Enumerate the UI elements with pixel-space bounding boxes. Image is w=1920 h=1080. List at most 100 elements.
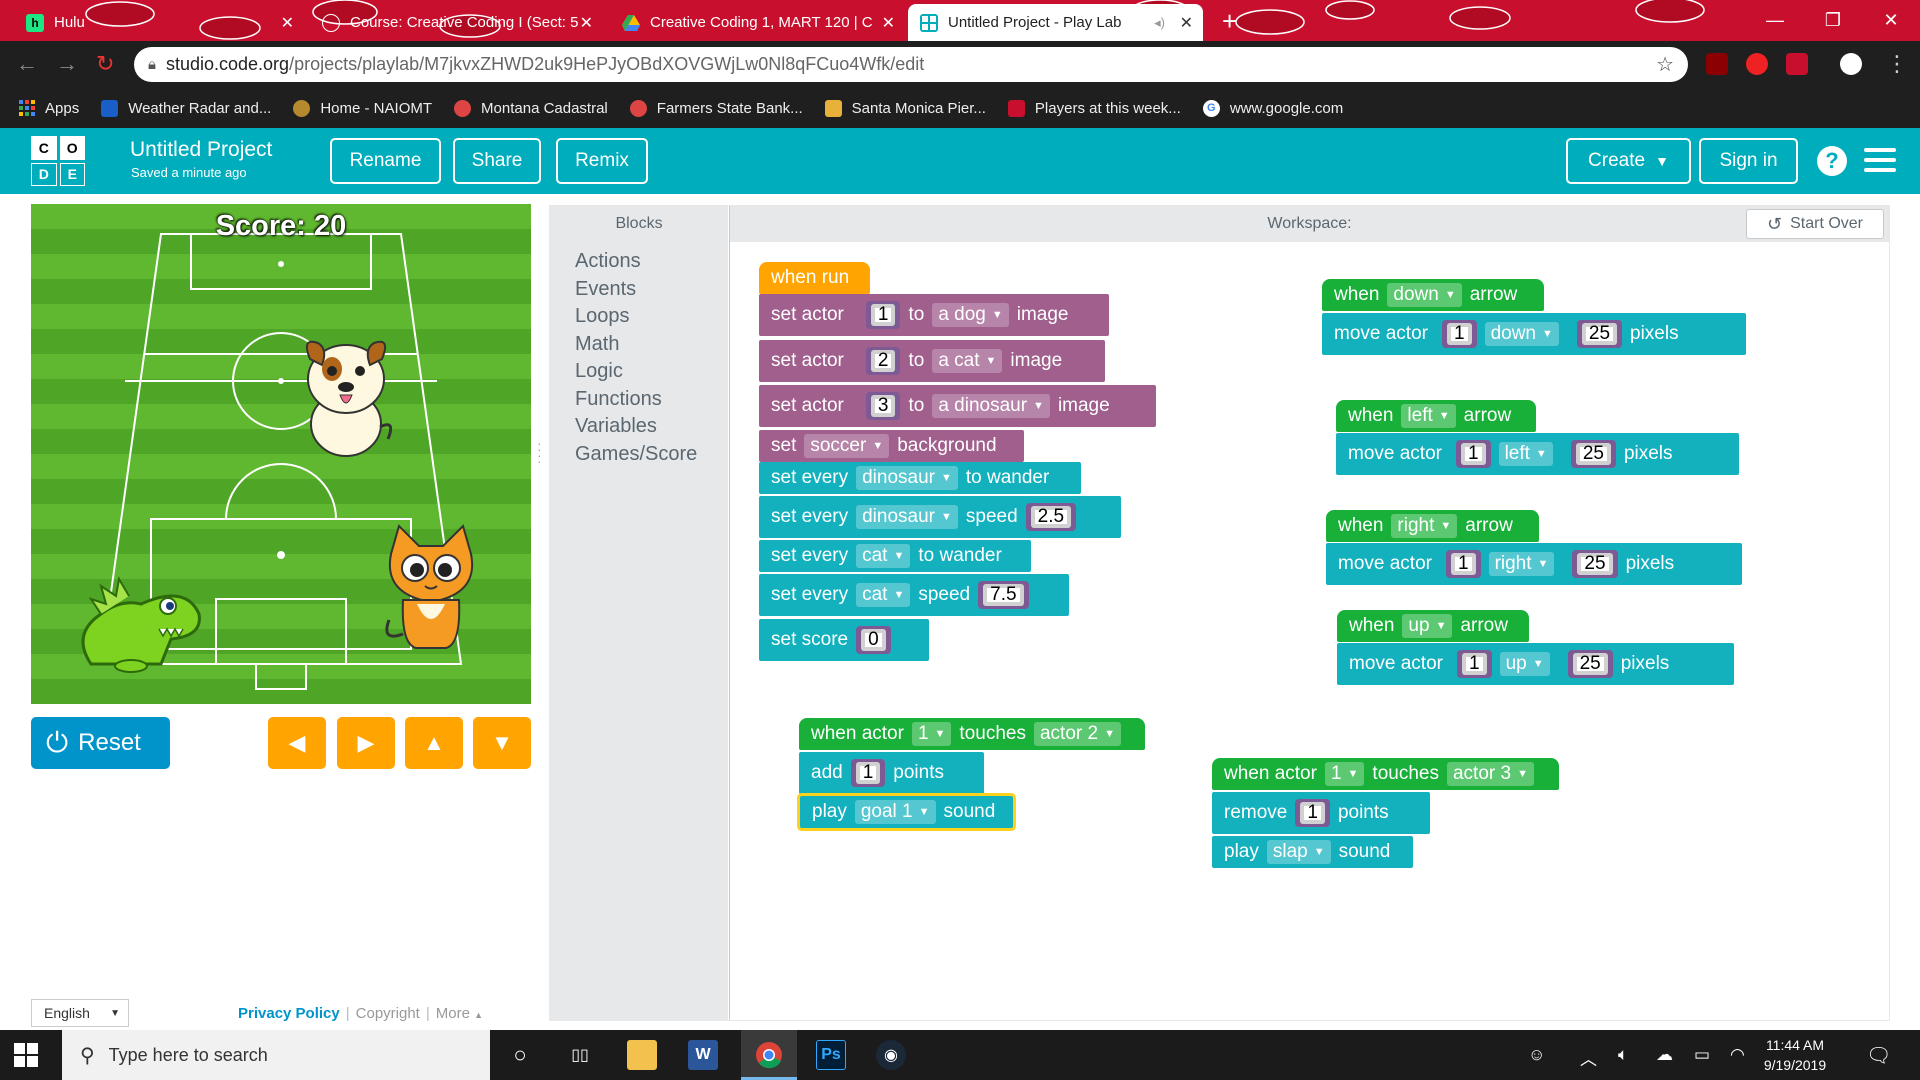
bookmark-farmers-bank[interactable]: Farmers State Bank... <box>629 99 803 117</box>
dinosaur-sprite[interactable] <box>71 544 201 674</box>
block-when-arrow[interactable]: when down ▼ arrow <box>1322 279 1544 311</box>
block-play-sound[interactable]: play goal 1 ▼ sound <box>800 796 1013 828</box>
start-over-button[interactable]: ↺ Start Over <box>1746 209 1884 239</box>
address-bar[interactable]: 🔒︎ studio.code.org/projects/playlab/M7jk… <box>134 47 1688 82</box>
dog-sprite[interactable] <box>296 329 396 459</box>
bookmark-naiomt[interactable]: Home - NAIOMT <box>293 99 432 117</box>
close-icon[interactable]: ✕ <box>882 13 895 33</box>
onedrive-cloud-icon[interactable]: ☁ <box>1656 1045 1673 1065</box>
block-move-actor[interactable]: move actor 1 up ▼ 25 pixels <box>1337 643 1734 685</box>
dropdown-arrow-key[interactable]: right ▼ <box>1391 514 1458 538</box>
share-button[interactable]: Share <box>453 138 541 184</box>
close-window-button[interactable]: ✕ <box>1862 0 1920 41</box>
block-when-actor-touches[interactable]: when actor 1 ▼ touches actor 3 ▼ <box>1212 758 1559 790</box>
restore-button[interactable]: ❐ <box>1804 0 1862 41</box>
cortana-icon[interactable]: ○ <box>505 1040 535 1070</box>
dropdown-sound[interactable]: slap ▼ <box>1266 840 1331 864</box>
number-input[interactable]: 1 <box>1460 443 1486 465</box>
new-tab-button[interactable]: + <box>1222 6 1237 37</box>
dropdown-image[interactable]: a dog ▼ <box>932 303 1009 327</box>
bookmark-weather[interactable]: Weather Radar and... <box>101 99 271 117</box>
profile-avatar-icon[interactable] <box>1840 53 1862 75</box>
tab-creative-coding[interactable]: Creative Coding 1, MART 120 | C ✕ <box>610 4 905 41</box>
code-org-logo[interactable]: C O D E <box>31 136 85 186</box>
block-play-sound[interactable]: play slap ▼ sound <box>1212 836 1413 868</box>
bookmark-apps[interactable]: Apps <box>18 100 79 117</box>
block-when-arrow[interactable]: when right ▼ arrow <box>1326 510 1539 542</box>
number-input[interactable]: 2.5 <box>1030 506 1072 528</box>
reset-button[interactable]: ⏻ Reset <box>31 717 170 769</box>
dropdown-actor-type[interactable]: dinosaur ▼ <box>856 466 958 490</box>
extension-icon[interactable] <box>1706 53 1728 75</box>
bookmark-santa-monica[interactable]: Santa Monica Pier... <box>824 99 986 117</box>
block-when-arrow[interactable]: when up ▼ arrow <box>1337 610 1529 642</box>
number-input[interactable]: 25 <box>1577 553 1613 575</box>
category-logic[interactable]: Logic <box>575 360 623 383</box>
speaker-icon[interactable]: ◂) <box>1154 15 1165 31</box>
file-explorer-icon[interactable] <box>627 1040 657 1070</box>
dropdown-actor-type[interactable]: cat ▼ <box>856 544 911 568</box>
close-icon[interactable]: ✕ <box>580 13 593 33</box>
dropdown-actor[interactable]: 1 ▼ <box>1324 762 1365 786</box>
number-input[interactable]: 0 <box>861 629 886 651</box>
reload-icon[interactable]: ↻ <box>96 51 114 77</box>
tab-course[interactable]: Course: Creative Coding I (Sect: 5 ✕ <box>310 4 603 41</box>
more-link[interactable]: More ▲ <box>436 1005 483 1022</box>
dropdown-direction[interactable]: right ▼ <box>1488 552 1555 576</box>
number-input[interactable]: 25 <box>1575 443 1611 465</box>
forward-icon[interactable]: → <box>56 51 78 77</box>
right-arrow-button[interactable]: ▶ <box>337 717 395 769</box>
close-icon[interactable]: ✕ <box>1180 13 1193 33</box>
block-when-run[interactable]: when run <box>759 262 870 294</box>
dropdown-image[interactable]: a dinosaur ▼ <box>932 394 1050 418</box>
taskbar-search[interactable]: ⚲ Type here to search <box>62 1030 490 1080</box>
steam-icon[interactable]: ◉ <box>876 1040 906 1070</box>
dropdown-arrow-key[interactable]: up ▼ <box>1402 614 1453 638</box>
create-button[interactable]: Create ▼ <box>1566 138 1691 184</box>
number-input[interactable]: 3 <box>870 395 896 417</box>
chrome-icon[interactable] <box>754 1040 784 1070</box>
block-add-points[interactable]: add 1 points <box>799 752 984 794</box>
block-set-every-speed[interactable]: set every dinosaur ▼ speed 2.5 <box>759 496 1121 538</box>
bookmark-google[interactable]: Gwww.google.com <box>1202 99 1343 117</box>
block-move-actor[interactable]: move actor 1 down ▼ 25 pixels <box>1322 313 1746 355</box>
number-input[interactable]: 1 <box>1461 653 1487 675</box>
number-input[interactable]: 25 <box>1581 323 1618 345</box>
dropdown-target-actor[interactable]: actor 3 ▼ <box>1446 762 1534 786</box>
block-set-actor-image[interactable]: set actor 2 to a cat ▼ image <box>759 340 1105 382</box>
dropdown-background[interactable]: soccer ▼ <box>804 434 890 458</box>
task-view-icon[interactable]: ▯▯ <box>565 1040 595 1070</box>
block-when-arrow[interactable]: when left ▼ arrow <box>1336 400 1536 432</box>
windows-start-icon[interactable] <box>14 1043 38 1067</box>
block-set-every-speed[interactable]: set every cat ▼ speed 7.5 <box>759 574 1069 616</box>
bookmark-star-icon[interactable]: ☆ <box>1656 52 1674 77</box>
menu-kebab-icon[interactable]: ⋮ <box>1886 51 1908 77</box>
block-set-actor-image[interactable]: set actor 1 to a dog ▼ image <box>759 294 1109 336</box>
block-move-actor[interactable]: move actor 1 right ▼ 25 pixels <box>1326 543 1742 585</box>
dropdown-sound[interactable]: goal 1 ▼ <box>854 800 936 824</box>
remix-button[interactable]: Remix <box>556 138 648 184</box>
dropdown-arrow-key[interactable]: left ▼ <box>1401 404 1456 428</box>
number-input[interactable]: 7.5 <box>983 584 1024 606</box>
number-input[interactable]: 1 <box>855 762 881 784</box>
cat-sprite[interactable] <box>381 524 481 654</box>
dropdown-actor-type[interactable]: dinosaur ▼ <box>856 505 958 529</box>
dropdown-direction[interactable]: up ▼ <box>1499 652 1550 676</box>
dropdown-direction[interactable]: left ▼ <box>1498 442 1553 466</box>
category-loops[interactable]: Loops <box>575 305 630 328</box>
dropdown-image[interactable]: a cat ▼ <box>932 349 1003 373</box>
dropdown-arrow-key[interactable]: down ▼ <box>1387 283 1462 307</box>
category-functions[interactable]: Functions <box>575 388 662 411</box>
resize-handle[interactable]: · · · · <box>537 436 542 468</box>
wifi-icon[interactable]: ◠ <box>1730 1045 1745 1065</box>
battery-icon[interactable]: ▭ <box>1694 1045 1710 1065</box>
up-arrow-button[interactable]: ▲ <box>405 717 463 769</box>
block-set-actor-image[interactable]: set actor 3 to a dinosaur ▼ image <box>759 385 1156 427</box>
help-icon[interactable]: ? <box>1817 146 1847 176</box>
copyright-link[interactable]: Copyright <box>356 1005 420 1022</box>
category-variables[interactable]: Variables <box>575 415 657 438</box>
notification-icon[interactable]: 🗨︎ <box>1866 1043 1891 1068</box>
privacy-policy-link[interactable]: Privacy Policy <box>238 1005 340 1022</box>
tab-play-lab[interactable]: Untitled Project - Play Lab ◂) ✕ <box>908 4 1203 41</box>
left-arrow-button[interactable]: ◀ <box>268 717 326 769</box>
